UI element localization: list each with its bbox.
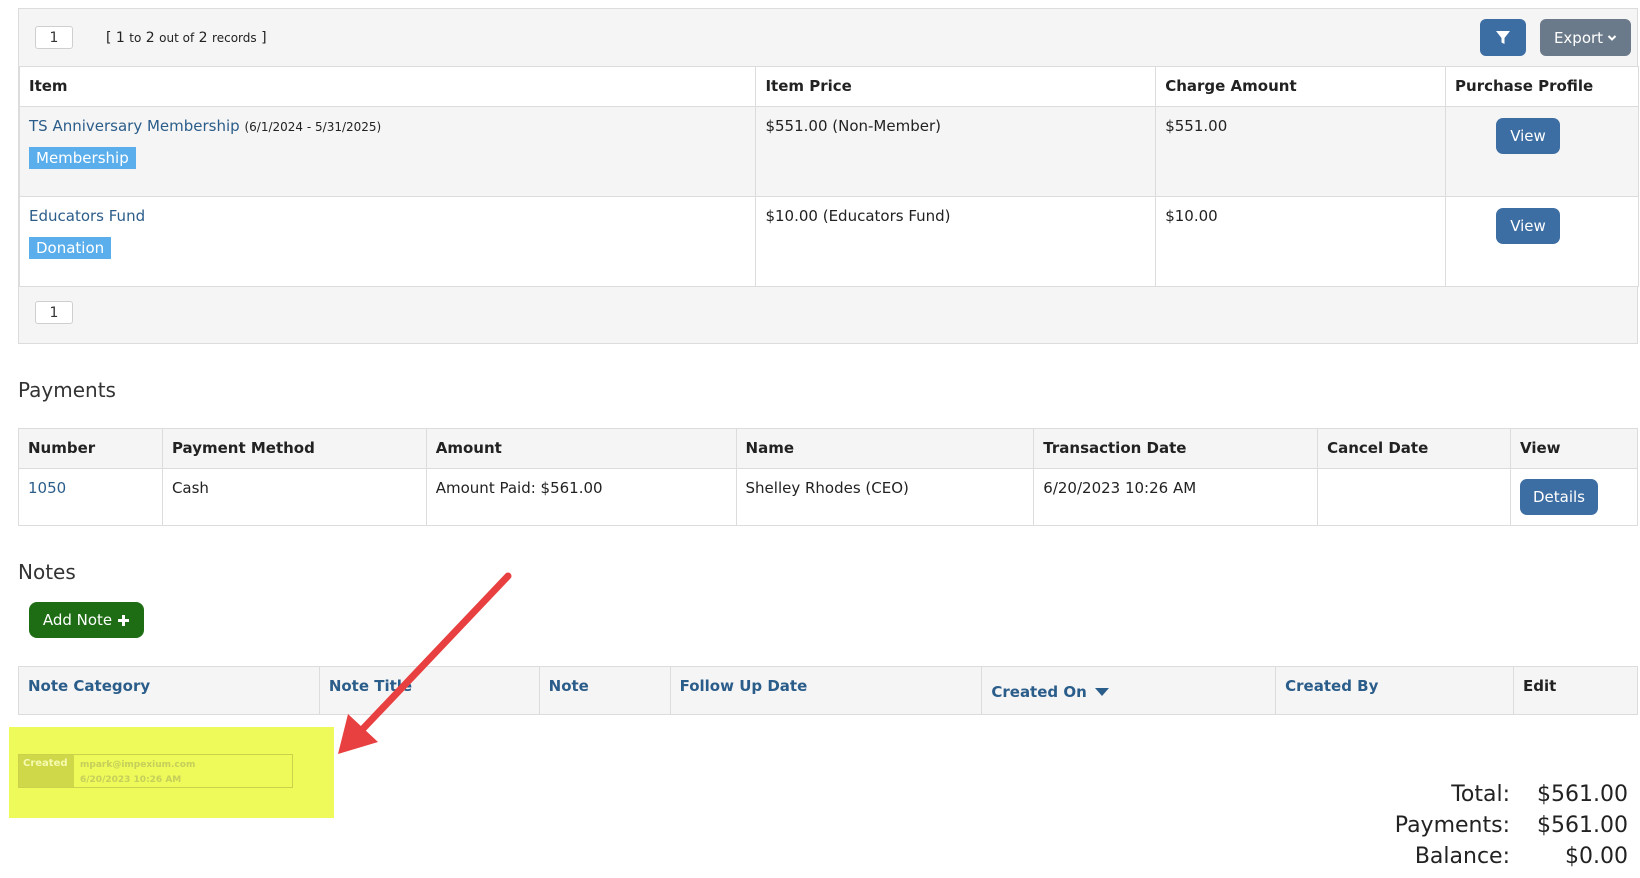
column-header-item-price: Item Price (755, 66, 1157, 107)
column-header-amount: Amount (425, 428, 737, 469)
payments-table: Number Payment Method Amount Name Transa… (18, 428, 1639, 526)
column-header-item: Item (18, 66, 757, 107)
sort-down-icon (1095, 688, 1110, 696)
charge-amount-cell: $551.00 (1155, 106, 1447, 197)
page-number-button[interactable]: 1 (35, 26, 73, 49)
balance-label: Balance: (1414, 844, 1510, 869)
column-header-view: View (1509, 428, 1639, 469)
item-cell: TS Anniversary Membership (6/1/2024 - 5/… (18, 106, 757, 197)
item-period: (6/1/2024 - 5/31/2025) (244, 120, 382, 134)
payments-row: Payments: $561.00 (1310, 810, 1628, 841)
column-header-payment-method: Payment Method (161, 428, 427, 469)
filter-icon (1496, 30, 1510, 44)
column-header-created-on[interactable]: Created On (981, 666, 1277, 715)
filter-button[interactable] (1480, 19, 1526, 56)
item-type-badge: Donation (29, 237, 112, 259)
column-header-edit: Edit (1513, 666, 1638, 715)
column-header-number: Number (18, 428, 163, 469)
view-button[interactable]: View (1496, 208, 1561, 244)
item-link[interactable]: TS Anniversary Membership (29, 117, 240, 135)
notes-heading: Notes (18, 560, 76, 584)
created-info-card: Created mpark@impexium.com 6/20/2023 10:… (18, 754, 293, 788)
column-header-note[interactable]: Note (538, 666, 671, 715)
item-price-cell: $10.00 (Educators Fund) (755, 196, 1157, 287)
view-button[interactable]: View (1496, 118, 1561, 154)
created-label: Created (19, 755, 74, 787)
page-number-button[interactable]: 1 (35, 301, 73, 324)
payment-method-cell: Cash (161, 468, 427, 526)
column-header-charge-amount: Charge Amount (1155, 66, 1447, 107)
records-count: [ 1 to 2 out of 2 records ] (106, 30, 267, 46)
items-table: Item Item Price Charge Amount Purchase P… (18, 66, 1639, 287)
notes-table: Note Category Note Title Note Follow Up … (18, 666, 1638, 715)
item-type-badge: Membership (29, 147, 136, 169)
created-on-label: Created On (991, 683, 1087, 701)
table-row: TS Anniversary Membership (6/1/2024 - 5/… (18, 106, 1639, 197)
balance-value: $0.00 (1565, 844, 1628, 869)
items-panel: 1 [ 1 to 2 out of 2 records ] Export Ite… (18, 8, 1639, 344)
column-header-purchase-profile: Purchase Profile (1445, 66, 1639, 107)
cancel-date-cell (1317, 468, 1511, 526)
created-details: mpark@impexium.com 6/20/2023 10:26 AM (74, 755, 201, 787)
column-header-cancel-date: Cancel Date (1317, 428, 1511, 469)
created-datetime: 6/20/2023 10:26 AM (80, 775, 182, 785)
column-header-transaction-date: Transaction Date (1033, 428, 1319, 469)
purchase-profile-cell: View (1445, 196, 1639, 287)
annotation-arrow-icon (338, 572, 512, 754)
payment-number-link[interactable]: 1050 (28, 479, 66, 497)
payments-heading: Payments (18, 378, 116, 402)
add-note-button[interactable]: Add Note (29, 602, 144, 638)
view-cell: Details (1509, 468, 1639, 526)
column-header-created-by[interactable]: Created By (1275, 666, 1515, 715)
purchase-profile-cell: View (1445, 106, 1639, 197)
payment-number-cell: 1050 (18, 468, 163, 526)
item-price-cell: $551.00 (Non-Member) (755, 106, 1157, 197)
total-row: Total: $561.00 (1310, 779, 1628, 810)
name-cell: Shelley Rhodes (CEO) (735, 468, 1035, 526)
table-row: 1050 Cash Amount Paid: $561.00 Shelley R… (18, 468, 1639, 526)
total-label: Total: (1451, 782, 1510, 807)
transaction-date-cell: 6/20/2023 10:26 AM (1033, 468, 1319, 526)
table-header-row: Item Item Price Charge Amount Purchase P… (18, 66, 1639, 107)
payments-label: Payments: (1394, 813, 1510, 838)
payments-value: $561.00 (1537, 813, 1628, 838)
created-email: mpark@impexium.com (80, 760, 196, 770)
item-link[interactable]: Educators Fund (29, 207, 145, 225)
table-header-row: Note Category Note Title Note Follow Up … (18, 666, 1638, 715)
column-header-name: Name (735, 428, 1035, 469)
total-value: $561.00 (1537, 782, 1628, 807)
details-button[interactable]: Details (1519, 479, 1598, 515)
charge-amount-cell: $10.00 (1155, 196, 1447, 287)
items-pager-top: 1 [ 1 to 2 out of 2 records ] Export (19, 9, 1637, 66)
highlight-annotation: Created mpark@impexium.com 6/20/2023 10:… (9, 727, 334, 818)
chevron-down-icon (1607, 34, 1617, 41)
table-row: Educators Fund Donation $10.00 (Educator… (18, 196, 1639, 287)
column-header-note-category[interactable]: Note Category (18, 666, 320, 715)
plus-icon (118, 614, 130, 626)
amount-cell: Amount Paid: $561.00 (425, 468, 737, 526)
balance-row: Balance: $0.00 (1310, 841, 1628, 872)
column-header-follow-up-date[interactable]: Follow Up Date (669, 666, 983, 715)
export-button[interactable]: Export (1540, 19, 1631, 56)
totals-summary: Total: $561.00 Payments: $561.00 Balance… (1310, 779, 1628, 872)
table-header-row: Number Payment Method Amount Name Transa… (18, 428, 1639, 469)
item-cell: Educators Fund Donation (18, 196, 757, 287)
